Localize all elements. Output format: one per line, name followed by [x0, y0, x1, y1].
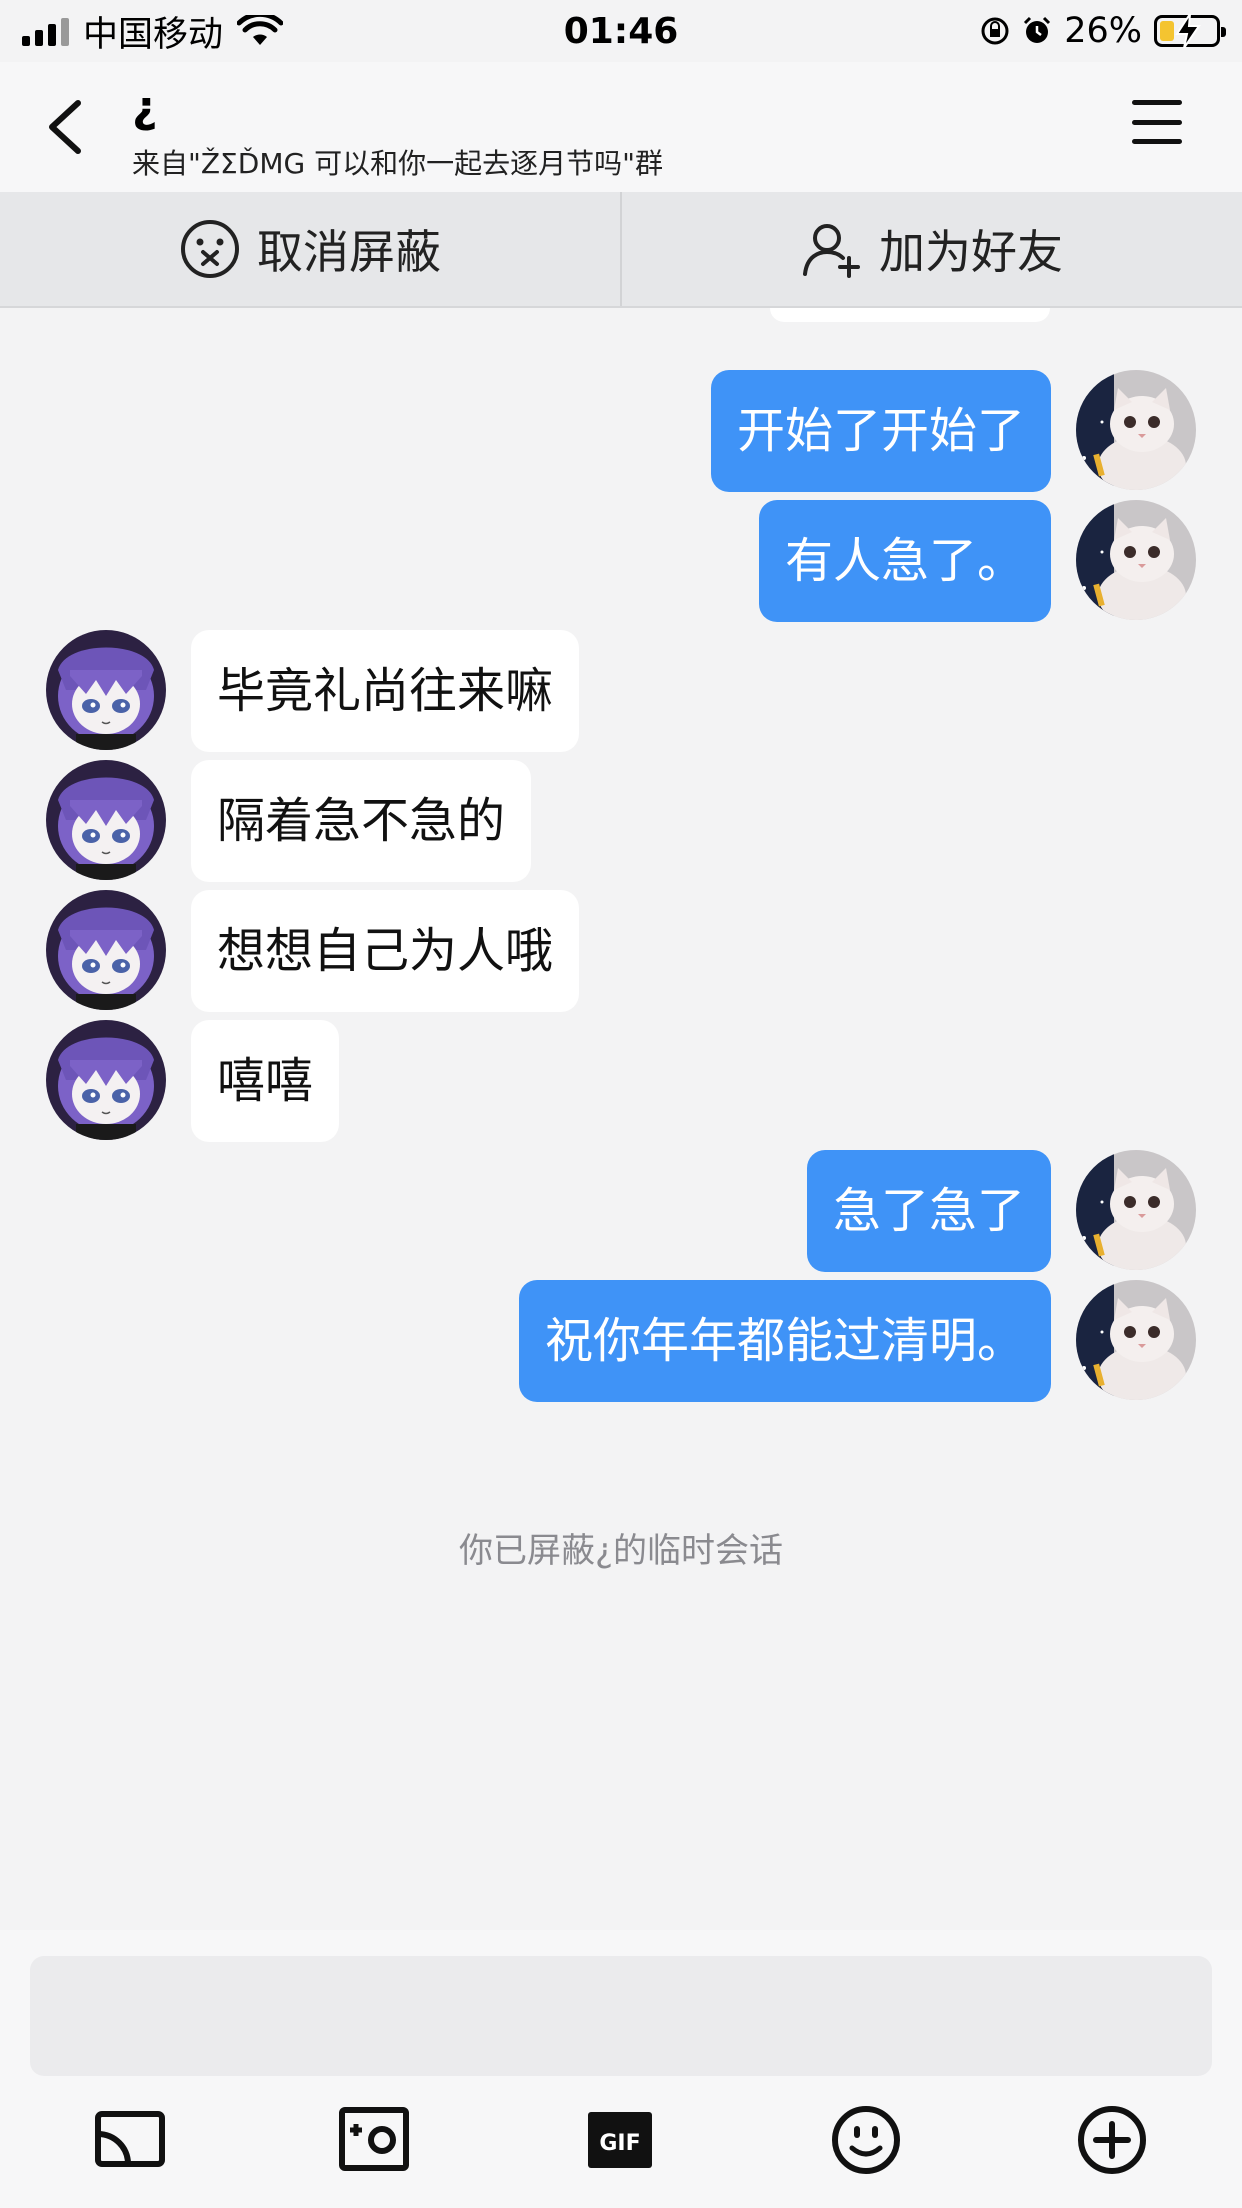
message-bubble[interactable]: 想想自己为人哦 [191, 890, 580, 1012]
message-row: 隔着急不急的 [0, 760, 1242, 882]
status-bar: 中国移动 01:46 26% [0, 0, 1242, 62]
screen-share-button[interactable] [90, 2100, 170, 2180]
message-bubble[interactable]: 有人急了。 [758, 500, 1051, 622]
chat-header: ¿ 来自"ŽΣĎMG 可以和你一起去逐月节吗"群 [0, 62, 1242, 192]
screen-share-icon [95, 2111, 165, 2167]
plus-button[interactable] [1072, 2100, 1152, 2180]
unblock-button[interactable]: 取消屏蔽 [0, 192, 620, 306]
gif-button[interactable]: GIF [580, 2100, 660, 2180]
avatar[interactable] [46, 890, 166, 1010]
add-friend-icon [803, 224, 860, 278]
chat-title: ¿ [132, 82, 158, 133]
avatar[interactable] [1076, 500, 1196, 620]
message-row: 嘻嘻 [0, 1020, 1242, 1142]
message-row: 毕竟礼尚往来嘛 [0, 630, 1242, 752]
avatar[interactable] [46, 760, 166, 880]
avatar[interactable] [1076, 370, 1196, 490]
add-friend-button[interactable]: 加为好友 [620, 192, 1242, 306]
message-bubble[interactable]: 开始了开始了 [710, 370, 1051, 492]
carrier-label: 中国移动 [83, 14, 224, 55]
input-area: GIF [0, 1930, 1242, 2208]
message-bubble[interactable]: 祝你年年都能过清明。 [518, 1280, 1051, 1402]
cutoff-bubble [770, 308, 1050, 322]
message-bubble[interactable]: 嘻嘻 [191, 1020, 340, 1142]
avatar[interactable] [46, 630, 166, 750]
wifi-icon [237, 15, 284, 45]
gif-icon: GIF [588, 2112, 652, 2168]
alarm-icon [1024, 16, 1051, 43]
action-bar: 取消屏蔽 加为好友 [0, 192, 1242, 308]
message-row: 想想自己为人哦 [0, 890, 1242, 1012]
add-friend-label: 加为好友 [879, 225, 1063, 279]
message-row: 有人急了。 [0, 500, 1242, 622]
emoji-icon [832, 2106, 900, 2174]
message-bubble[interactable]: 毕竟礼尚往来嘛 [191, 630, 580, 752]
chat-area[interactable]: 开始了开始了 有人急了。 毕竟礼尚往来嘛 隔着急不急的 想想自己为人哦 嘻嘻 急… [0, 308, 1242, 1928]
message-row: 祝你年年都能过清明。 [0, 1280, 1242, 1402]
signal-icon [22, 16, 69, 46]
unblock-face-icon [181, 220, 239, 278]
message-row: 急了急了 [0, 1150, 1242, 1272]
message-bubble[interactable]: 急了急了 [806, 1150, 1051, 1272]
plus-icon [1078, 2106, 1146, 2174]
avatar[interactable] [46, 1020, 166, 1140]
menu-icon[interactable] [1132, 100, 1182, 144]
battery-percent: 26% [1064, 11, 1142, 51]
chat-subtitle: 来自"ŽΣĎMG 可以和你一起去逐月节吗"群 [132, 147, 663, 180]
message-bubble[interactable]: 隔着急不急的 [191, 760, 532, 882]
input-toolbar: GIF [0, 2100, 1242, 2190]
battery-icon [1154, 14, 1226, 48]
blocked-notice: 你已屏蔽¿的临时会话 [458, 1531, 784, 1571]
emoji-button[interactable] [826, 2100, 906, 2180]
back-icon[interactable] [40, 97, 90, 157]
photo-icon [339, 2107, 409, 2171]
message-input[interactable] [30, 1956, 1212, 2076]
photo-button[interactable] [334, 2100, 414, 2180]
avatar[interactable] [1076, 1150, 1196, 1270]
avatar[interactable] [1076, 1280, 1196, 1400]
message-row: 开始了开始了 [0, 370, 1242, 492]
svg-text:GIF: GIF [599, 2131, 640, 2156]
rotation-lock-icon [981, 17, 1009, 45]
unblock-label: 取消屏蔽 [257, 225, 441, 279]
